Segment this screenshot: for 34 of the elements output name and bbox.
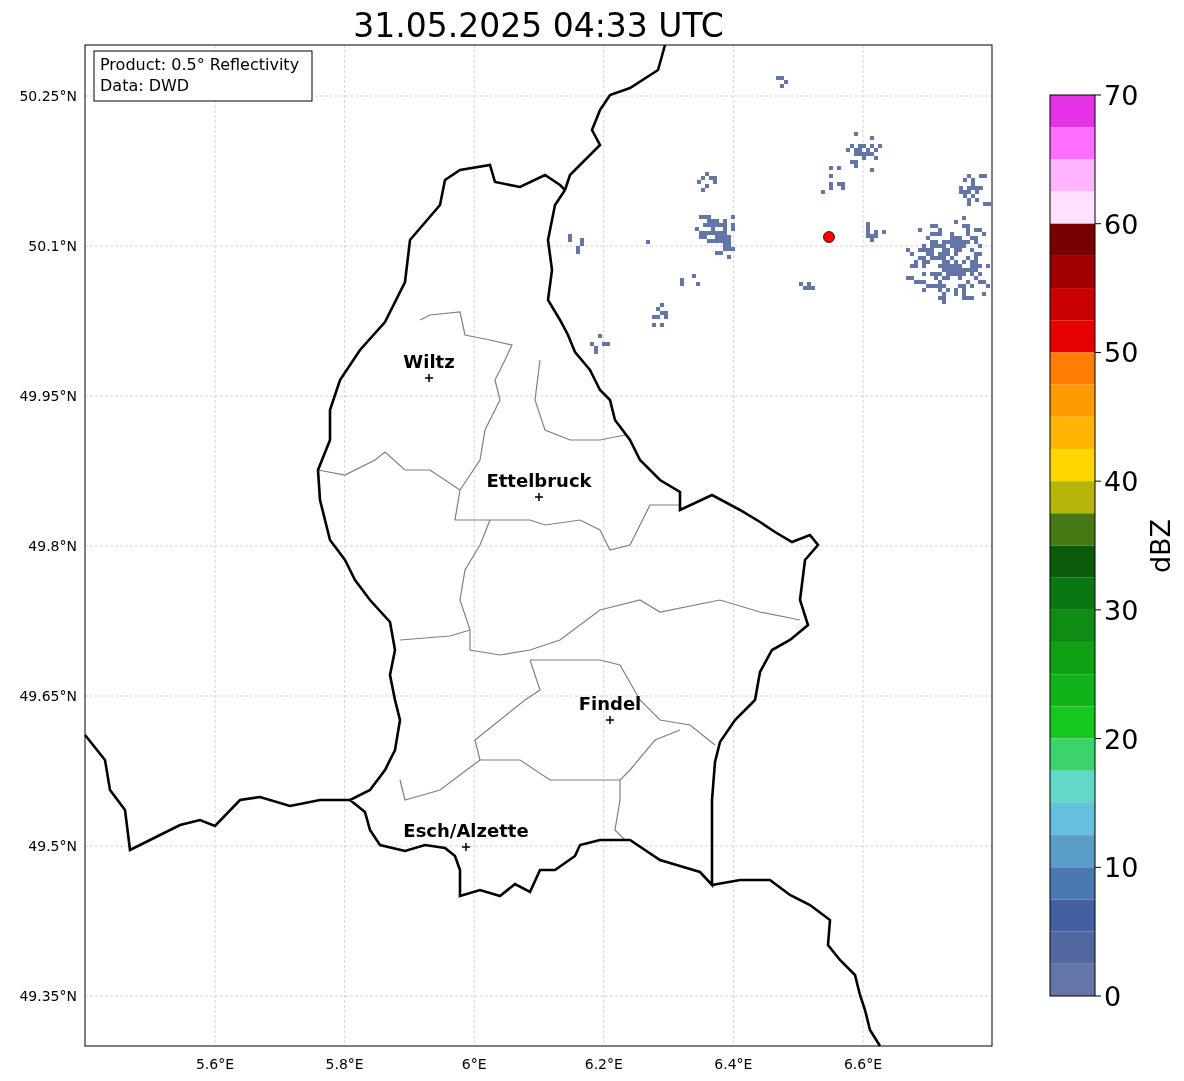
radar-site-dot [823,231,835,243]
city-marker-icon [605,715,615,725]
city-label: Esch/Alzette [403,820,529,841]
map-title: 31.05.2025 04:33 UTC [353,6,724,45]
info-text: Product: 0.5° Reflectivity [100,55,300,74]
x-tick-label: 6°E [461,1056,487,1072]
colorbar-tick-label: 10 [1104,852,1139,884]
y-tick-label: 49.35°N [19,988,77,1004]
city-marker-icon [424,373,434,383]
colorbar-tick-label: 40 [1104,466,1139,498]
y-tick-label: 50.1°N [28,238,77,254]
city-label: Wiltz [403,351,455,372]
y-tick-label: 49.65°N [19,688,77,704]
x-tick-label: 6.2°E [584,1056,623,1072]
city-label: Ettelbruck [486,470,592,491]
y-tick-label: 49.5°N [28,838,77,854]
x-tick-label: 5.6°E [195,1056,235,1072]
colorbar-tick-label: 30 [1104,594,1139,626]
city-marker-icon [461,842,471,852]
colorbar-label: dBZ [1145,518,1176,574]
colorbar-tick-label: 70 [1104,80,1139,111]
x-tick-label: 5.8°E [325,1056,364,1072]
colorbar-tick-label: 50 [1104,337,1139,369]
x-tick-label: 6.6°E [843,1056,883,1072]
y-tick-label: 50.25°N [19,88,77,104]
y-tick-label: 49.95°N [19,388,77,404]
y-tick-label: 49.8°N [28,538,77,554]
x-tick-label: 6.4°E [714,1056,753,1072]
info-text: Data: DWD [100,76,190,95]
city-marker-icon [534,492,544,502]
colorbar-tick-label: 0 [1104,981,1122,1012]
city-label: Findel [578,693,642,714]
colorbar-tick-label: 20 [1104,723,1139,755]
colorbar-tick-label: 60 [1104,208,1139,240]
